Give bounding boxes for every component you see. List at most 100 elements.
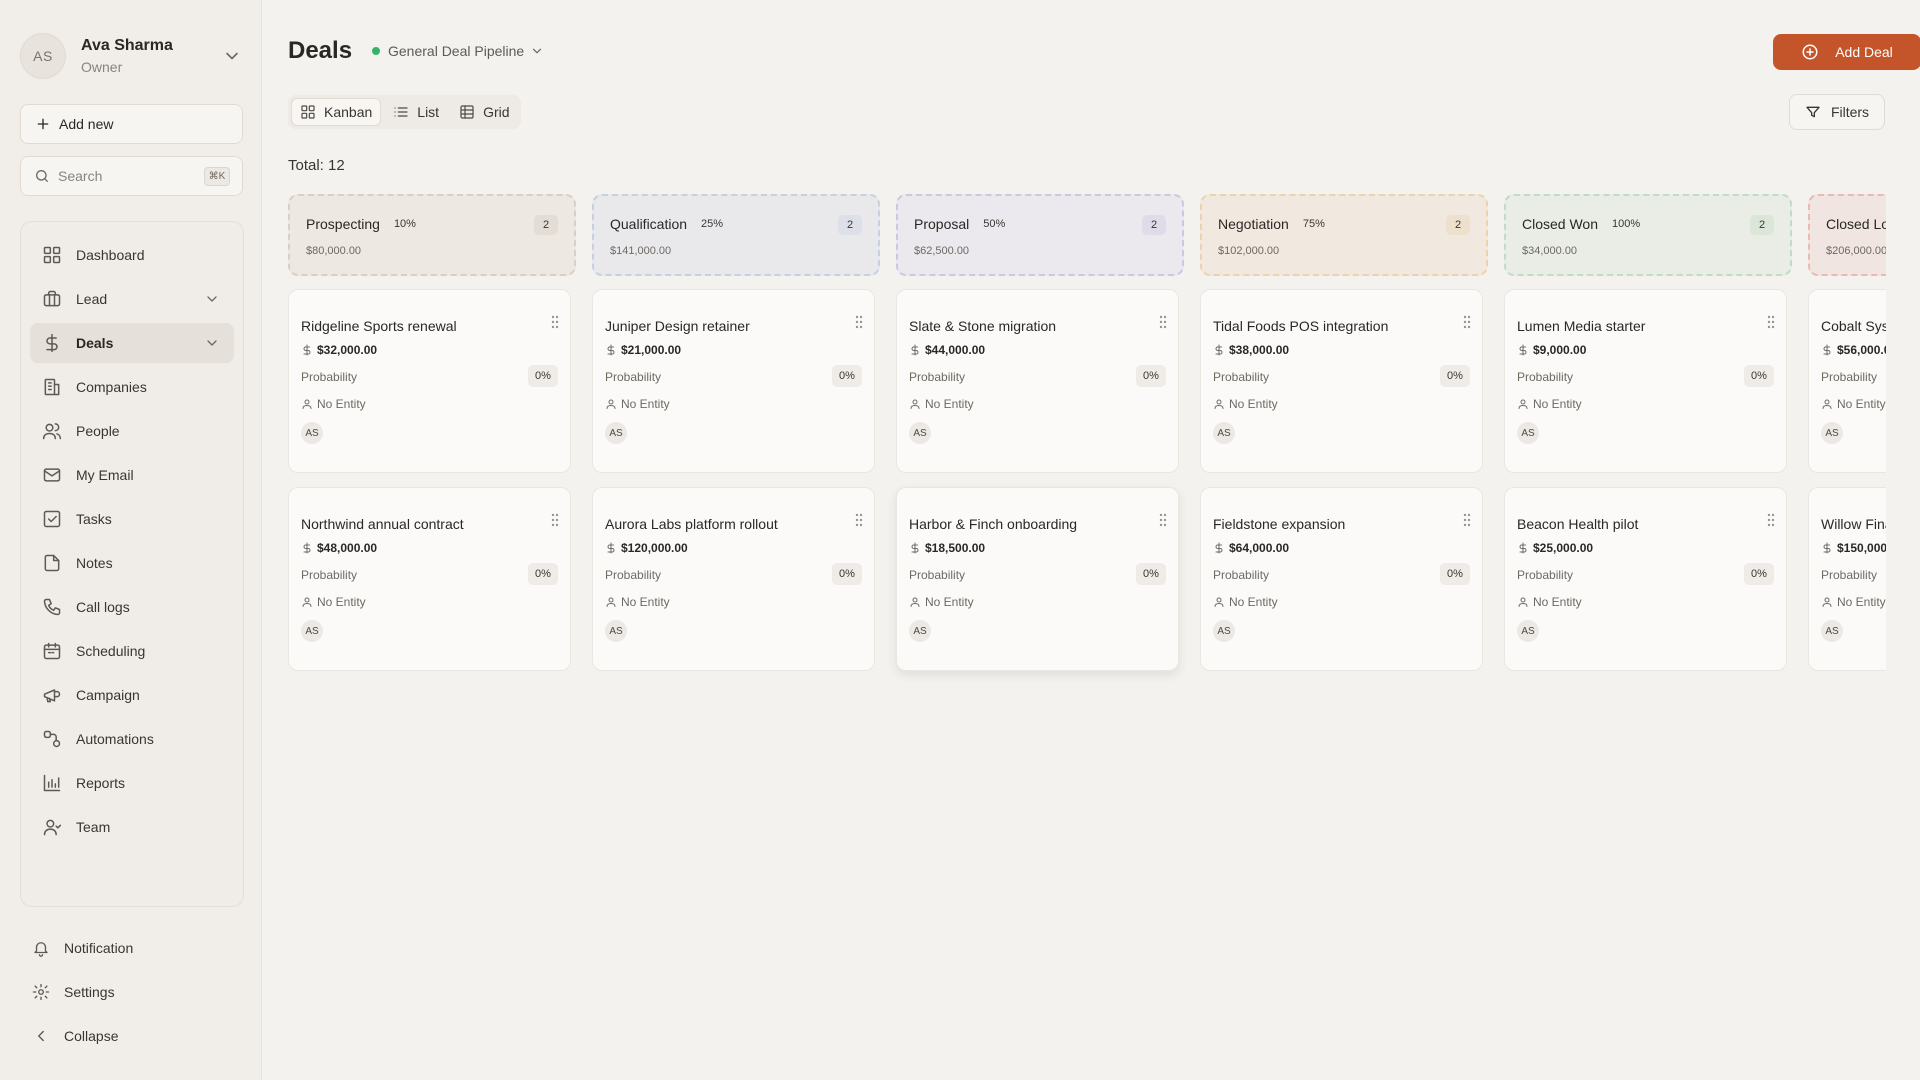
deal-entity-label: No Entity	[621, 397, 670, 411]
chevron-down-icon[interactable]	[222, 46, 242, 66]
deal-entity: No Entity	[909, 595, 974, 609]
chevron-down-icon[interactable]	[204, 291, 220, 307]
stage-header[interactable]: Negotiation 75% 2 $102,000.00	[1200, 194, 1488, 276]
probability-label: Probability	[605, 568, 662, 582]
owner-avatar[interactable]: AS	[1517, 422, 1539, 444]
drag-handle-icon[interactable]	[550, 513, 560, 527]
owner-avatar[interactable]: AS	[909, 422, 931, 444]
phone-icon	[42, 597, 62, 617]
deal-entity-label: No Entity	[1837, 397, 1886, 411]
drag-handle-icon[interactable]	[1462, 315, 1472, 329]
drag-handle-icon[interactable]	[1462, 513, 1472, 527]
chevron-down-icon[interactable]	[204, 335, 220, 351]
drag-handle-icon[interactable]	[1158, 513, 1168, 527]
sidebar-item-companies[interactable]: Companies	[30, 367, 234, 407]
deal-card[interactable]: Lumen Media starter $9,000.00 Probability 0…	[1504, 289, 1787, 473]
sidebar-item-deals[interactable]: Deals	[30, 323, 234, 363]
sidebar-item-collapse[interactable]: Collapse	[20, 1016, 244, 1056]
tab-grid[interactable]: Grid	[451, 98, 517, 126]
filters-button[interactable]: Filters	[1789, 94, 1885, 130]
drag-handle-icon[interactable]	[550, 315, 560, 329]
sidebar-item-team[interactable]: Team	[30, 807, 234, 847]
sidebar-item-label: Tasks	[76, 511, 112, 527]
drag-handle-icon[interactable]	[854, 315, 864, 329]
tab-kanban[interactable]: Kanban	[291, 98, 382, 126]
deal-entity-label: No Entity	[1837, 595, 1886, 609]
probability-label: Probability	[1517, 370, 1574, 384]
sidebar-item-dashboard[interactable]: Dashboard	[30, 235, 234, 275]
owner-avatar[interactable]: AS	[1821, 620, 1843, 642]
sidebar-item-reports[interactable]: Reports	[30, 763, 234, 803]
deal-card[interactable]: Beacon Health pilot $25,000.00 Probability…	[1504, 487, 1787, 671]
deal-card[interactable]: Juniper Design retainer $21,000.00 Probabi…	[592, 289, 875, 473]
sidebar-item-label: Team	[76, 819, 111, 835]
stage-header[interactable]: Proposal 50% 2 $62,500.00	[896, 194, 1184, 276]
sidebar-item-settings[interactable]: Settings	[20, 972, 244, 1012]
chevron-left-icon	[32, 1027, 50, 1045]
deal-card[interactable]: Northwind annual contract $48,000.00 Proba…	[288, 487, 571, 671]
deal-card[interactable]: Slate & Stone migration $44,000.00 Probabi…	[896, 289, 1179, 473]
pipeline-selector[interactable]: General Deal Pipeline	[372, 43, 544, 59]
add-deal-button[interactable]: Add Deal	[1773, 34, 1920, 70]
sidebar-item-notes[interactable]: Notes	[30, 543, 234, 583]
drag-handle-icon[interactable]	[1766, 513, 1776, 527]
sidebar-item-call-logs[interactable]: Call logs	[30, 587, 234, 627]
owner-avatar[interactable]: AS	[605, 620, 627, 642]
sidebar-item-people[interactable]: People	[30, 411, 234, 451]
deal-entity: No Entity	[1517, 595, 1582, 609]
drag-handle-icon[interactable]	[1158, 315, 1168, 329]
stage-header[interactable]: Closed Lost0%2$206,000.00	[1808, 194, 1886, 276]
deal-title: Aurora Labs platform rollout	[605, 516, 778, 532]
owner-avatar[interactable]: AS	[301, 422, 323, 444]
user-menu[interactable]: AS Ava Sharma Owner	[20, 32, 242, 80]
owner-avatar[interactable]: AS	[1517, 620, 1539, 642]
stage-name: Prospecting	[306, 216, 380, 232]
deal-title: Harbor & Finch onboarding	[909, 516, 1078, 532]
people-icon	[42, 421, 62, 441]
owner-avatar[interactable]: AS	[301, 620, 323, 642]
stage-name: Proposal	[914, 216, 970, 232]
stage-header[interactable]: Prospecting 10% 2 $80,000.00	[288, 194, 576, 276]
probability-badge: 0%	[528, 365, 558, 387]
stage-header[interactable]: Closed Won 100% 2 $34,000.00	[1504, 194, 1792, 276]
person-icon	[1213, 596, 1225, 608]
deal-card[interactable]: Tidal Foods POS integration $38,000.00 Pro…	[1200, 289, 1483, 473]
drag-handle-icon[interactable]	[854, 513, 864, 527]
owner-avatar[interactable]: AS	[605, 422, 627, 444]
user-avatar: AS	[20, 33, 66, 79]
deal-card[interactable]: Willow Finance suite $150,000.00 Probabili…	[1808, 487, 1886, 671]
sidebar-item-tasks[interactable]: Tasks	[30, 499, 234, 539]
deal-entity: No Entity	[1821, 397, 1886, 411]
stage-header[interactable]: Qualification 25% 2 $141,000.00	[592, 194, 880, 276]
sidebar-item-campaign[interactable]: Campaign	[30, 675, 234, 715]
owner-avatar[interactable]: AS	[1821, 422, 1843, 444]
sidebar-item-lead[interactable]: Lead	[30, 279, 234, 319]
deal-entity-label: No Entity	[621, 595, 670, 609]
owner-avatar[interactable]: AS	[909, 620, 931, 642]
owner-avatar[interactable]: AS	[1213, 620, 1235, 642]
deal-card[interactable]: Harbor & Finch onboarding $18,500.00 Proba…	[896, 487, 1179, 671]
dollar-icon	[1517, 344, 1529, 356]
sidebar-item-notification[interactable]: Notification	[20, 928, 244, 968]
sidebar-item-scheduling[interactable]: Scheduling	[30, 631, 234, 671]
deal-title: Ridgeline Sports renewal	[301, 318, 457, 334]
sidebar-item-automations[interactable]: Automations	[30, 719, 234, 759]
deal-card[interactable]: Fieldstone expansion $64,000.00 Probabilit…	[1200, 487, 1483, 671]
search-input[interactable]: Search ⌘K	[20, 156, 243, 196]
filters-label: Filters	[1830, 104, 1870, 120]
stage-total: $141,000.00	[610, 245, 672, 257]
add-new-button[interactable]: Add new	[20, 104, 243, 144]
deal-card[interactable]: Cobalt Systems upgrade $56,000.00 Probabil…	[1808, 289, 1886, 473]
deal-card[interactable]: Ridgeline Sports renewal $32,000.00 Probab…	[288, 289, 571, 473]
bottom-nav: Notification Settings Collapse	[20, 928, 244, 1060]
tab-list[interactable]: List	[385, 98, 447, 126]
deal-amount-value: $56,000.00	[1837, 343, 1886, 357]
stage-name: Negotiation	[1218, 216, 1289, 232]
probability-badge: 0%	[1440, 563, 1470, 585]
add-deal-label: Add Deal	[1835, 44, 1893, 60]
sidebar-item-my-email[interactable]: My Email	[30, 455, 234, 495]
deal-card[interactable]: Aurora Labs platform rollout $120,000.00 P…	[592, 487, 875, 671]
sidebar-item-label: Automations	[76, 731, 154, 747]
drag-handle-icon[interactable]	[1766, 315, 1776, 329]
owner-avatar[interactable]: AS	[1213, 422, 1235, 444]
